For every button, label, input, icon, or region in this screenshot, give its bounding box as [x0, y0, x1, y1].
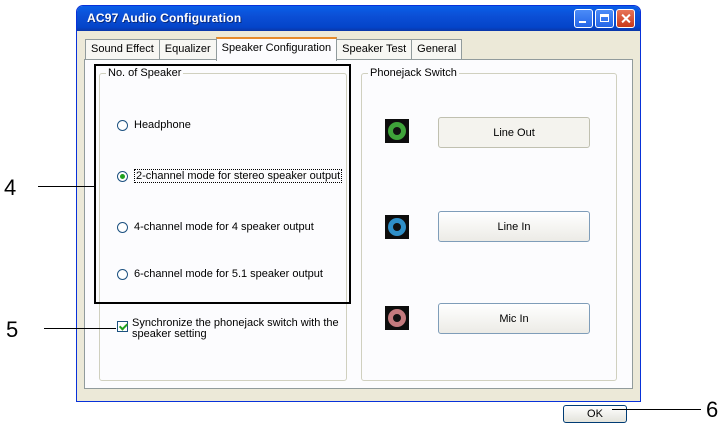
callout-4-line	[38, 186, 96, 187]
mic-in-button[interactable]: Mic In	[438, 303, 590, 334]
sync-checkbox-label: Synchronize the phonejack switch with th…	[132, 317, 339, 340]
tab-general[interactable]: General	[411, 39, 463, 60]
line-out-jack-icon	[388, 122, 406, 140]
close-button[interactable]	[616, 9, 635, 28]
line-in-jack-icon	[388, 218, 406, 236]
callout-6: 6	[706, 397, 719, 422]
callout-6-line	[612, 409, 701, 410]
mic-in-jack-icon	[388, 309, 406, 327]
line-in-button[interactable]: Line In	[438, 211, 590, 242]
line-out-button[interactable]: Line Out	[438, 117, 590, 148]
sync-checkbox[interactable]	[117, 321, 128, 332]
tab-speaker-configuration[interactable]: Speaker Configuration	[215, 37, 338, 61]
close-icon	[617, 10, 634, 27]
minimize-icon	[575, 10, 592, 27]
callout-5: 5	[6, 317, 19, 342]
tab-sound-effect[interactable]: Sound Effect	[85, 39, 160, 60]
title-bar[interactable]: AC97 Audio Configuration	[77, 6, 640, 31]
callout-4: 4	[4, 175, 17, 200]
window-title: AC97 Audio Configuration	[87, 11, 242, 25]
tab-equalizer[interactable]: Equalizer	[158, 39, 217, 60]
maximize-icon	[596, 10, 613, 27]
phonejack-group-title: Phonejack Switch	[368, 67, 459, 79]
maximize-button[interactable]	[595, 9, 614, 28]
tab-strip: Sound Effect Equalizer Speaker Configura…	[85, 37, 463, 61]
tab-speaker-test[interactable]: Speaker Test	[336, 39, 413, 60]
ok-button[interactable]: OK	[563, 405, 627, 423]
callout-5-line	[44, 328, 116, 329]
callout-highlight-box	[94, 64, 351, 304]
minimize-button[interactable]	[574, 9, 593, 28]
sync-checkbox-row[interactable]: Synchronize the phonejack switch with th…	[117, 318, 352, 340]
